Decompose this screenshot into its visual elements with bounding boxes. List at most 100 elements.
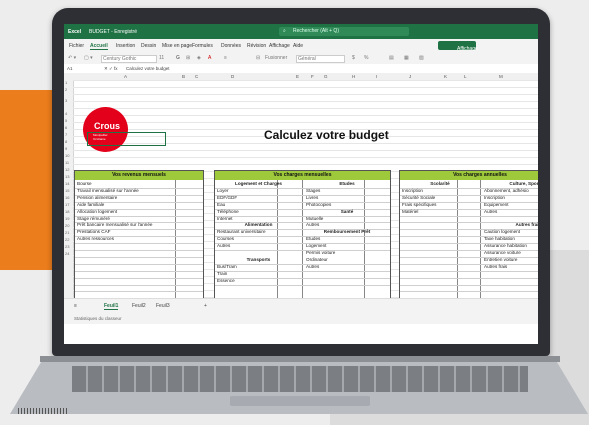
align-icon[interactable]: ≡	[224, 55, 227, 61]
row-header-12[interactable]: 12	[65, 167, 69, 172]
font-size-selector[interactable]: 11	[159, 55, 164, 61]
row-header-4[interactable]: 4	[65, 111, 67, 116]
menu-tab-données[interactable]: Données	[221, 43, 241, 49]
revenu-item: Autres ressources	[77, 236, 115, 242]
selected-cell[interactable]	[87, 132, 166, 146]
sheet-tab-feuil3[interactable]: Feuil3	[156, 303, 170, 309]
formula-content[interactable]: Calculez votre budget	[126, 66, 170, 71]
affichage-button[interactable]: Affichage	[438, 41, 478, 52]
annuelles-item: Autres frais	[484, 263, 508, 269]
charges-item: Livres	[306, 194, 319, 200]
fill-color-icon[interactable]: ◈	[197, 55, 201, 61]
logo-name: Crous	[94, 121, 121, 131]
charges-header: Vos charges mensuelles	[215, 171, 390, 180]
borders-icon[interactable]: ⊞	[186, 55, 190, 61]
row-header-14[interactable]: 14	[65, 181, 69, 186]
sheet-tab-feuil2[interactable]: Feuil2	[132, 303, 146, 309]
column-header-E[interactable]: E	[296, 74, 299, 79]
charges-item: Loyer	[217, 187, 229, 193]
row-header-18[interactable]: 18	[65, 209, 69, 214]
column-header-K[interactable]: K	[444, 74, 447, 79]
charges-item: Ordinateur	[306, 256, 328, 262]
column-header-J[interactable]: J	[409, 74, 411, 79]
search-box[interactable]: ⌕ Rechercher (Alt + Q)	[279, 27, 409, 36]
row-header-9[interactable]: 9	[65, 146, 67, 151]
charges-item: Etudes	[306, 236, 321, 242]
row-header-8[interactable]: 8	[65, 139, 67, 144]
column-header-A[interactable]: A	[124, 74, 127, 79]
laptop-vent	[18, 408, 68, 414]
charges-item: Stages	[306, 187, 321, 193]
annuelles-item: Assurance voiture	[484, 250, 521, 255]
revenu-item: Travail mensualisé sur l'année	[77, 187, 139, 193]
menu-tab-insertion[interactable]: Insertion	[116, 43, 135, 49]
sheet-title: Calculez votre budget	[264, 128, 389, 142]
font-color-icon[interactable]: A	[208, 55, 211, 61]
cell-styles-icon[interactable]: ▧	[419, 55, 424, 61]
row-header-10[interactable]: 10	[65, 153, 69, 158]
laptop-keyboard	[72, 366, 528, 392]
row-header-3[interactable]: 3	[65, 98, 67, 103]
charges-item: Logement	[306, 243, 327, 249]
conditional-format-icon[interactable]: ▤	[389, 55, 394, 61]
charges-alimentation-title: Alimentation	[244, 222, 273, 228]
row-header-13[interactable]: 13	[65, 174, 69, 179]
row-header-17[interactable]: 17	[65, 202, 69, 207]
merge-label[interactable]: Fusionner	[265, 55, 287, 61]
menu-tab-fichier[interactable]: Fichier	[69, 43, 84, 49]
annuelles-item: Taxe habitation	[484, 236, 515, 242]
table-format-icon[interactable]: ▦	[404, 55, 409, 61]
menu-tab-aide[interactable]: Aide	[293, 43, 303, 49]
menu-tab-formules[interactable]: Formules	[192, 43, 213, 49]
row-header-7[interactable]: 7	[65, 132, 67, 137]
row-header-19[interactable]: 19	[65, 216, 69, 221]
row-header-21[interactable]: 21	[65, 230, 69, 235]
column-header-D[interactable]: D	[231, 74, 234, 79]
menu-tab-accueil[interactable]: Accueil	[90, 43, 108, 50]
row-header-24[interactable]: 24	[65, 251, 69, 256]
undo-icon[interactable]: ↶ ▾	[68, 55, 76, 61]
column-header-G[interactable]: G	[324, 74, 328, 79]
row-header-2[interactable]: 2	[65, 87, 67, 92]
row-header-5[interactable]: 5	[65, 118, 67, 123]
annuelles-item: Autres	[484, 208, 498, 214]
laptop-screen: Excel BUDGET - Enregistré ⌕ Rechercher (…	[64, 24, 538, 344]
revenus-section: Vos revenus mensuels Bourse Travail mensu…	[74, 170, 204, 300]
paste-icon[interactable]: ▢ ▾	[84, 55, 93, 61]
row-header-23[interactable]: 23	[65, 244, 69, 249]
name-box[interactable]: A1	[67, 66, 73, 71]
add-sheet-icon[interactable]: +	[204, 303, 207, 309]
row-header-22[interactable]: 22	[65, 237, 69, 242]
column-header-L[interactable]: L	[464, 74, 467, 79]
sheet-menu-icon[interactable]: ≡	[74, 303, 77, 309]
currency-icon[interactable]: $	[352, 55, 355, 61]
row-header-6[interactable]: 6	[65, 125, 67, 130]
document-title: BUDGET - Enregistré	[89, 29, 137, 35]
annuelles-header: Vos charges annuelles	[400, 171, 538, 180]
column-header-B[interactable]: B	[182, 74, 185, 79]
row-header-11[interactable]: 11	[65, 160, 69, 165]
percent-icon[interactable]: %	[364, 55, 368, 61]
row-header-16[interactable]: 16	[65, 195, 69, 200]
number-format-selector[interactable]: Général	[296, 55, 345, 63]
charges-pret-title: Remboursement Prêt	[323, 229, 371, 235]
ribbon-menu: Affichage Fichier Accueil Insertion Dessin M…	[64, 39, 538, 52]
bold-icon[interactable]: G	[176, 55, 180, 61]
menu-tab-dessin[interactable]: Dessin	[141, 43, 156, 49]
column-header-C[interactable]: C	[195, 74, 198, 79]
menu-tab-affichage[interactable]: Affichage	[269, 43, 290, 49]
sheet-tab-feuil1[interactable]: Feuil1	[104, 303, 119, 310]
column-header-I[interactable]: I	[376, 74, 377, 79]
menu-tab-révision[interactable]: Révision	[247, 43, 266, 49]
revenu-item: Stage rémunéré	[77, 215, 110, 221]
row-header-15[interactable]: 15	[65, 188, 69, 193]
column-header-F[interactable]: F	[311, 74, 314, 79]
column-header-H[interactable]: H	[352, 74, 355, 79]
row-header-20[interactable]: 20	[65, 223, 69, 228]
menu-tab-mise-en-page[interactable]: Mise en page	[162, 43, 192, 49]
search-icon: ⌕	[283, 28, 286, 34]
font-selector[interactable]: Century Gothic	[101, 55, 157, 63]
row-header-1[interactable]: 1	[65, 80, 67, 85]
merge-icon[interactable]: ⊟	[256, 55, 260, 61]
column-header-M[interactable]: M	[499, 74, 503, 79]
